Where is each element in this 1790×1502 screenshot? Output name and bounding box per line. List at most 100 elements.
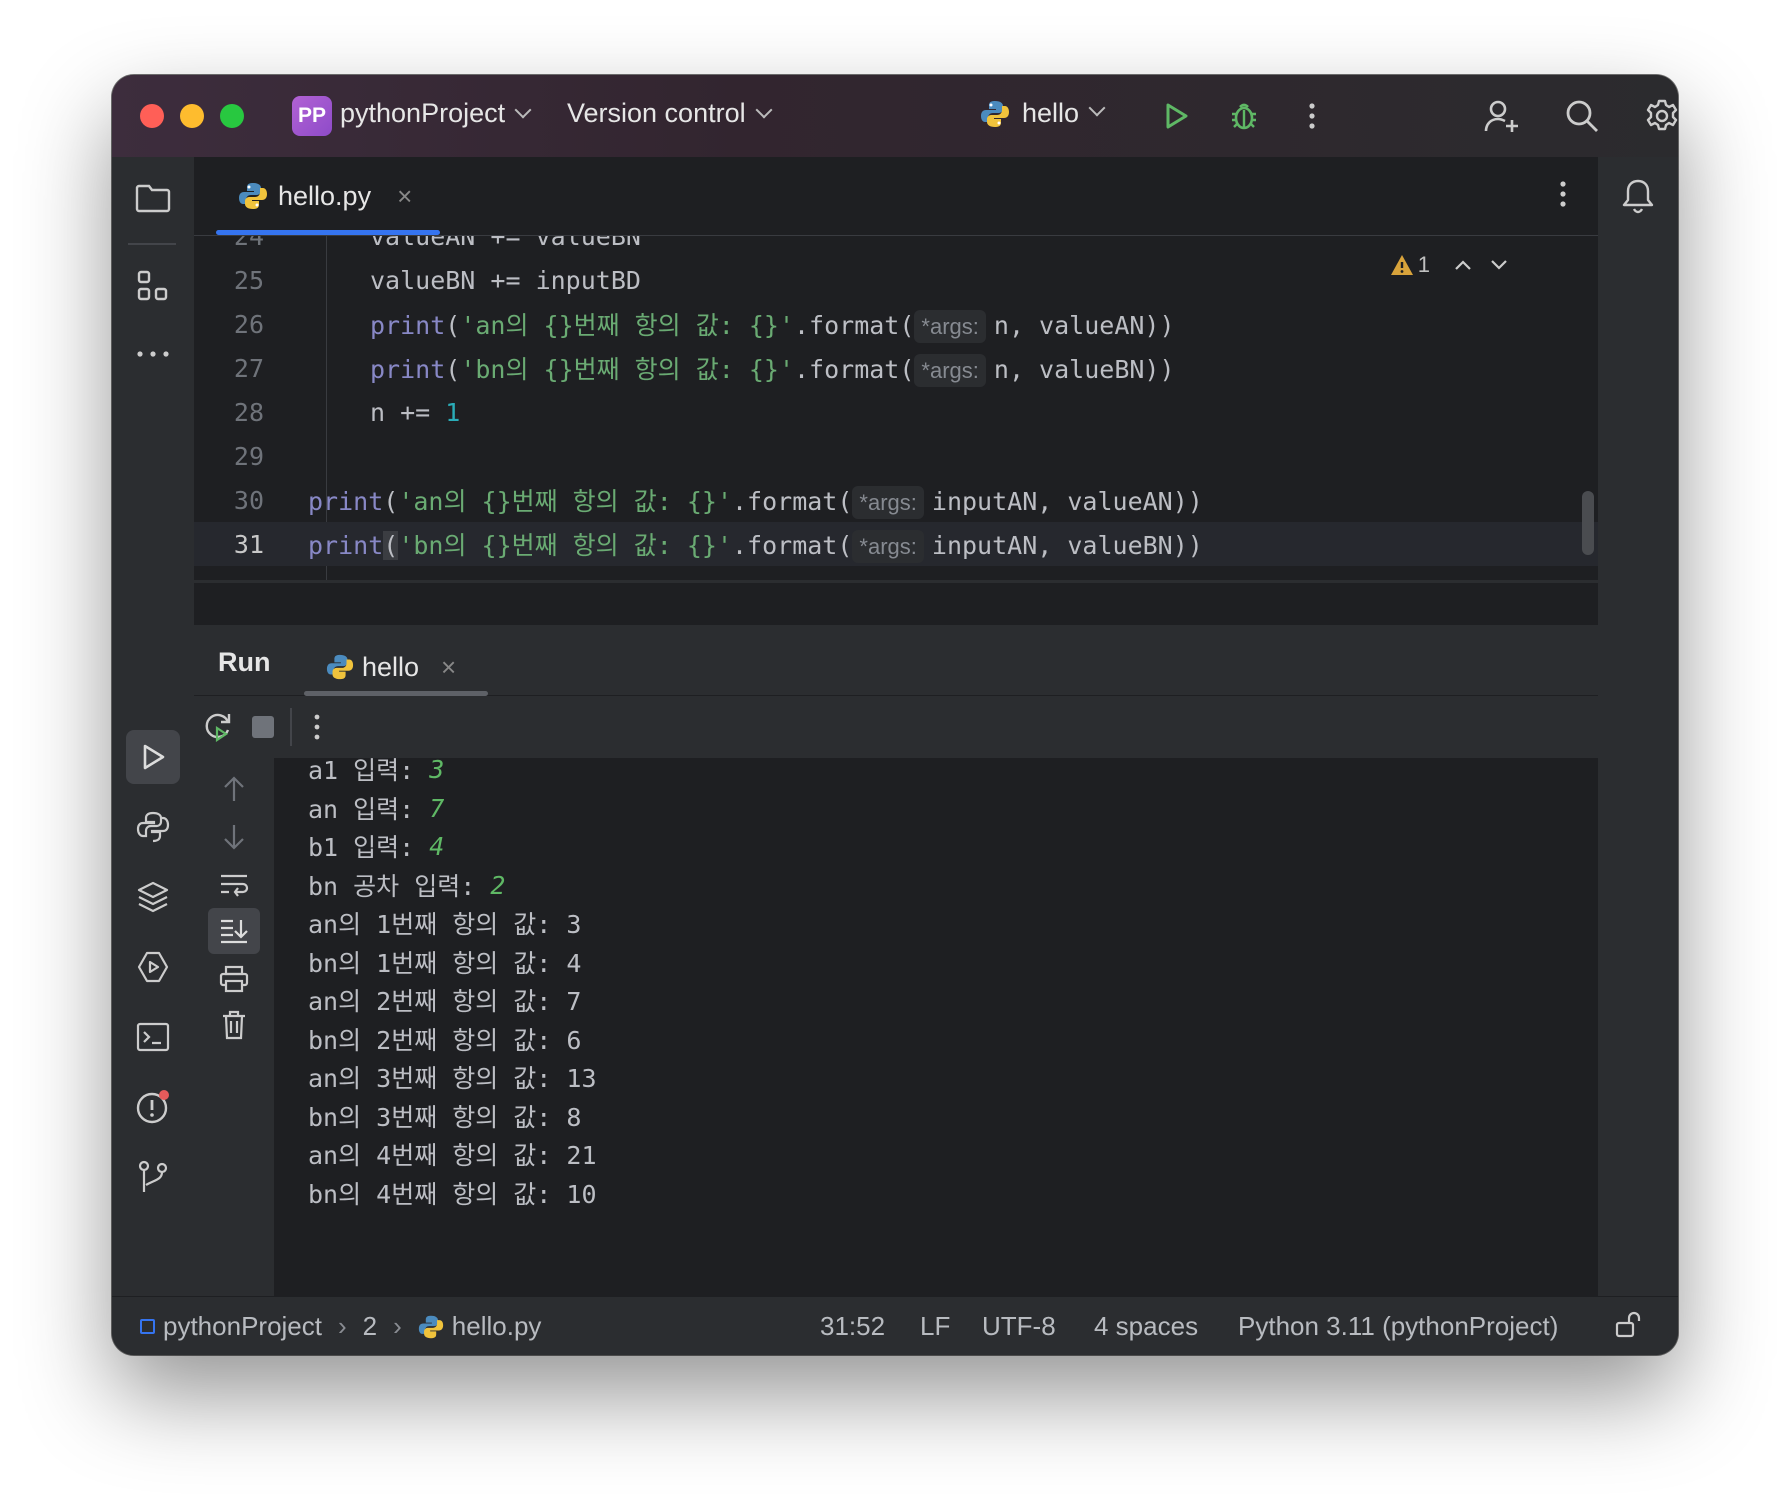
- close-icon[interactable]: ×: [397, 181, 412, 212]
- project-selector[interactable]: pythonProject: [340, 98, 532, 129]
- close-window-button[interactable]: [140, 104, 164, 128]
- code-text: inputAN, valueBN)): [931, 531, 1203, 560]
- run-config-selector[interactable]: hello: [980, 98, 1106, 129]
- console-line: bn의 3번째 항의 값: 8: [308, 1103, 582, 1132]
- code-text: .format(: [732, 531, 853, 560]
- notifications-button[interactable]: [1611, 169, 1665, 223]
- code-text: valueBN += inputBD: [370, 265, 641, 295]
- more-tools-button[interactable]: [126, 327, 180, 381]
- chevron-right-icon: ›: [393, 1311, 402, 1341]
- breadcrumb-project[interactable]: pythonProject: [163, 1311, 322, 1342]
- warning-icon: [1390, 255, 1413, 275]
- run-tool-button[interactable]: [126, 730, 180, 784]
- line-number: 31: [233, 529, 264, 559]
- console-line: an의 3번째 항의 값: 13: [308, 1064, 597, 1093]
- chevron-down-icon[interactable]: [1490, 259, 1508, 271]
- line-number: 25: [233, 265, 264, 295]
- keyword: print: [370, 355, 446, 384]
- file-encoding[interactable]: UTF-8: [982, 1311, 1056, 1342]
- number-literal: 1: [445, 397, 461, 427]
- string-literal: 'bn의 {}번째 항의 값: {}': [460, 355, 794, 384]
- soft-wrap-button[interactable]: [208, 862, 260, 908]
- add-user-icon: [1484, 100, 1518, 132]
- folder-icon: [135, 184, 171, 213]
- code-text: print('an의 {}번째 항의 값: {}'.format(*args: n…: [370, 306, 1175, 343]
- string-literal: 'an의 {}번째 항의 값: {}': [398, 487, 732, 516]
- line-separator[interactable]: LF: [920, 1311, 950, 1342]
- console-input: 7: [429, 793, 445, 823]
- scroll-down-button[interactable]: [208, 814, 260, 860]
- version-control-menu[interactable]: Version control: [567, 98, 773, 129]
- print-button[interactable]: [208, 956, 260, 1002]
- python-console-button[interactable]: [126, 800, 180, 854]
- problems-button[interactable]: [126, 1080, 180, 1134]
- code-text: .format(: [732, 487, 853, 516]
- rerun-button[interactable]: [202, 710, 234, 747]
- code-text: print('bn의 {}번째 항의 값: {}'.format(*args: i…: [308, 526, 1203, 563]
- breadcrumb-file[interactable]: hello.py: [452, 1311, 542, 1342]
- run-console-output[interactable]: a1 입력: 3 an 입력: 7 b1 입력: 4 bn 공차 입력: 2 a…: [274, 758, 1598, 1297]
- chevron-down-icon: [755, 101, 773, 119]
- project-badge[interactable]: PP: [292, 96, 332, 136]
- console-text: b1 입력:: [308, 833, 430, 862]
- run-panel-header: Run hello ×: [194, 625, 1598, 696]
- code-editor[interactable]: 24 valueAN += valueBN 25 valueBN += inpu…: [194, 236, 1598, 580]
- console-input: 2: [490, 870, 506, 900]
- terminal-button[interactable]: [126, 1010, 180, 1064]
- warning-count: 1: [1417, 252, 1430, 277]
- inspection-widget[interactable]: 1: [1390, 252, 1508, 278]
- panel-divider[interactable]: [194, 580, 1598, 583]
- search-button[interactable]: [1558, 92, 1606, 140]
- zoom-window-button[interactable]: [220, 104, 244, 128]
- scroll-up-button[interactable]: [208, 766, 260, 812]
- breadcrumb-folder[interactable]: 2: [363, 1311, 377, 1342]
- unlock-icon: [1615, 1311, 1641, 1338]
- more-vertical-icon: [1560, 181, 1566, 207]
- chevron-up-icon[interactable]: [1454, 259, 1472, 271]
- code-with-me-button[interactable]: [1478, 92, 1526, 140]
- tab-hello-py[interactable]: hello.py ×: [216, 157, 440, 235]
- more-actions-button[interactable]: [312, 712, 322, 747]
- chevron-right-icon: ›: [337, 1311, 347, 1341]
- run-tab-hello[interactable]: hello ×: [304, 639, 488, 696]
- services-button[interactable]: [126, 940, 180, 994]
- tab-options-button[interactable]: [1558, 179, 1568, 214]
- arrow-down-icon: [224, 825, 244, 850]
- read-only-toggle[interactable]: [1614, 1311, 1642, 1346]
- editor-scrollbar[interactable]: [1582, 491, 1594, 555]
- breadcrumb: pythonProject › 2 › hello.py: [140, 1311, 541, 1342]
- debug-button[interactable]: [1220, 92, 1268, 140]
- console-line: b1 입력: 4: [308, 826, 444, 866]
- clear-console-button[interactable]: [208, 1002, 260, 1048]
- project-name: pythonProject: [340, 98, 506, 128]
- console-line: bn의 2번째 항의 값: 6: [308, 1026, 582, 1055]
- more-actions-button[interactable]: [1288, 92, 1336, 140]
- terminal-icon: [136, 1022, 170, 1052]
- chevron-down-icon: [514, 101, 532, 119]
- scroll-to-end-button[interactable]: [208, 908, 260, 954]
- bell-icon: [1622, 179, 1654, 214]
- git-button[interactable]: [126, 1150, 180, 1204]
- console-line: an의 4번째 항의 값: 21: [308, 1141, 597, 1170]
- run-panel-title: Run: [218, 647, 271, 677]
- run-button[interactable]: [1152, 92, 1200, 140]
- python-icon: [326, 654, 354, 680]
- code-line-current: 31 print('bn의 {}번째 항의 값: {}'.format(*arg…: [194, 522, 1598, 566]
- stop-button[interactable]: [252, 716, 274, 738]
- code-text: n +=: [370, 397, 446, 427]
- indent-setting[interactable]: 4 spaces: [1094, 1311, 1198, 1342]
- console-line: bn의 4번째 항의 값: 10: [308, 1180, 597, 1209]
- structure-tool-button[interactable]: [126, 259, 180, 313]
- minimize-window-button[interactable]: [180, 104, 204, 128]
- line-number: 24: [233, 236, 264, 251]
- python-interpreter[interactable]: Python 3.11 (pythonProject): [1238, 1311, 1558, 1342]
- problems-icon: [136, 1090, 169, 1124]
- settings-button[interactable]: [1638, 92, 1678, 140]
- project-tool-button[interactable]: [126, 171, 180, 225]
- keyword: print: [308, 487, 384, 516]
- caret-position[interactable]: 31:52: [820, 1311, 885, 1342]
- printer-icon: [219, 965, 249, 993]
- close-icon[interactable]: ×: [441, 652, 456, 683]
- python-packages-button[interactable]: [126, 870, 180, 924]
- console-line: an 입력: 7: [308, 788, 444, 828]
